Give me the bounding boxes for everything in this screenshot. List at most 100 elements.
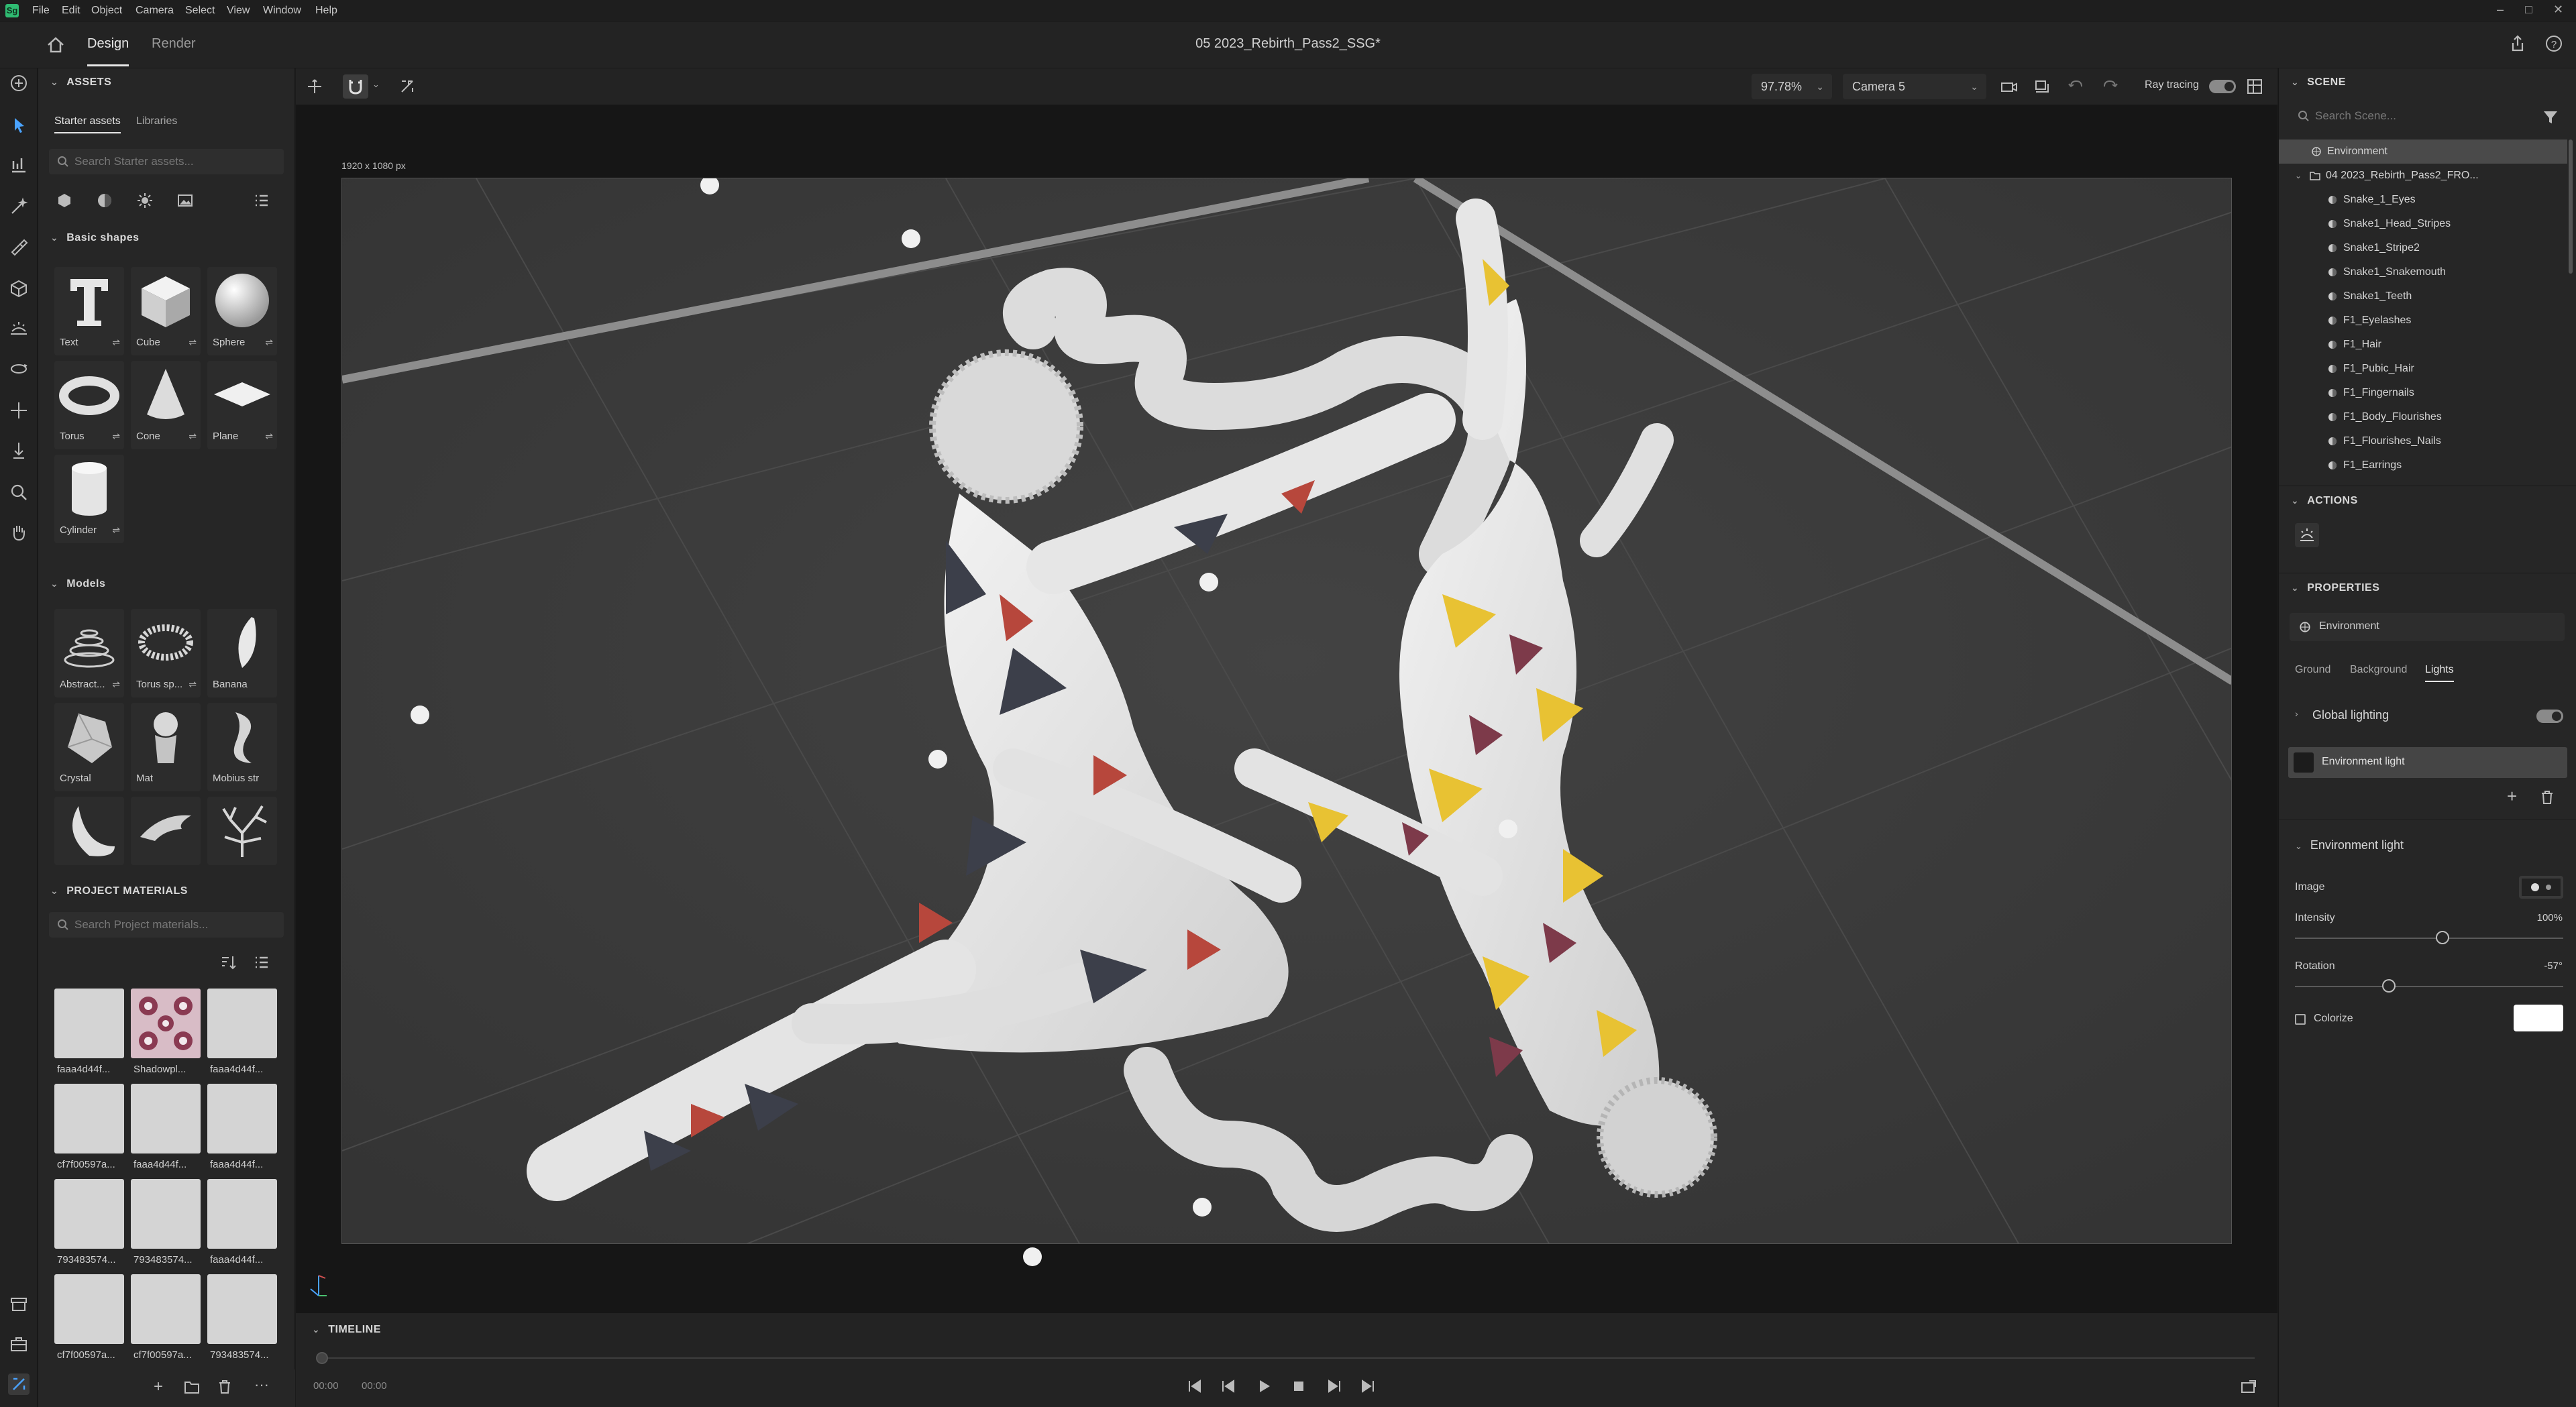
tree-item-object[interactable]: F1_Fingernails <box>2279 381 2567 405</box>
intensity-slider-track[interactable] <box>2295 938 2563 939</box>
tab-design[interactable]: Design <box>87 36 129 66</box>
menu-object[interactable]: Object <box>91 5 122 17</box>
menu-file[interactable]: File <box>32 5 50 17</box>
material-tile[interactable]: 793483574... <box>54 1179 124 1268</box>
gizmo-icon[interactable] <box>398 77 417 96</box>
3d-box-icon[interactable] <box>8 278 30 299</box>
export-icon[interactable] <box>2240 1379 2257 1395</box>
skip-end-icon[interactable] <box>1360 1377 1377 1395</box>
options-icon[interactable]: ⇌ <box>189 431 197 442</box>
dolly-icon[interactable] <box>8 440 30 461</box>
material-tile[interactable]: faaa4d44f... <box>54 989 124 1077</box>
rotation-slider-track[interactable] <box>2295 986 2563 987</box>
tree-item-object[interactable]: F1_Earrings <box>2279 453 2567 477</box>
folder-icon[interactable] <box>184 1380 199 1394</box>
close-icon[interactable]: ✕ <box>2553 3 2563 17</box>
material-tile[interactable]: faaa4d44f... <box>207 1084 277 1172</box>
asset-tile-abstract[interactable]: Abstract... ⇌ <box>54 609 124 697</box>
tree-item-object[interactable]: Snake1_Teeth <box>2279 284 2567 308</box>
menu-help[interactable]: Help <box>315 5 337 17</box>
options-icon[interactable]: ⇌ <box>265 337 273 348</box>
models-header[interactable]: ⌄ Models <box>50 578 105 590</box>
asset-tile-plane[interactable]: Plane ⇌ <box>207 361 277 449</box>
actions-header[interactable]: ⌄ ACTIONS <box>2291 495 2358 507</box>
chevron-down-icon[interactable]: ⌄ <box>372 79 380 90</box>
tree-item-object[interactable]: F1_Body_Flourishes <box>2279 405 2567 429</box>
options-icon[interactable]: ⇌ <box>112 431 120 442</box>
pan-hand-icon[interactable] <box>8 522 30 543</box>
material-tile[interactable]: cf7f00597a... <box>131 1274 201 1363</box>
image-filter-icon[interactable] <box>176 192 194 209</box>
asset-tile-text[interactable]: Text ⇌ <box>54 267 124 355</box>
material-tile[interactable]: Shadowpl... <box>131 989 201 1077</box>
more-icon[interactable]: ··· <box>254 1376 269 1394</box>
asset-tile-banana[interactable]: Banana <box>207 609 277 697</box>
tab-lights[interactable]: Lights <box>2425 664 2454 682</box>
align-tool-icon[interactable] <box>8 154 30 176</box>
filter-icon[interactable] <box>2542 109 2559 126</box>
assets-header[interactable]: ⌄ ASSETS <box>50 76 111 89</box>
tree-item-object[interactable]: F1_Flourishes_Nails <box>2279 429 2567 453</box>
zoom-dropdown[interactable]: 97.78% ⌄ <box>1752 74 1832 99</box>
menu-view[interactable]: View <box>227 5 250 17</box>
intensity-slider-knob[interactable] <box>2436 931 2449 944</box>
timeline-header[interactable]: ⌄ TIMELINE <box>312 1324 381 1336</box>
stop-icon[interactable] <box>1290 1377 1307 1395</box>
options-icon[interactable]: ⇌ <box>112 337 120 348</box>
home-icon[interactable] <box>46 35 66 55</box>
sort-icon[interactable] <box>219 954 237 971</box>
asset-tile-mat[interactable]: Mat <box>131 703 201 791</box>
list-view-icon[interactable] <box>253 192 270 209</box>
environment-light-item[interactable]: Environment light <box>2288 747 2567 778</box>
scene-header[interactable]: ⌄ SCENE <box>2291 76 2346 89</box>
camera-add-icon[interactable] <box>2000 77 2019 96</box>
tab-background[interactable]: Background <box>2350 664 2407 676</box>
move-icon[interactable] <box>8 400 30 421</box>
asset-tile-model[interactable] <box>54 797 124 865</box>
timeline-track[interactable] <box>323 1357 2255 1359</box>
image-picker[interactable] <box>2519 876 2563 899</box>
tab-starter-assets[interactable]: Starter assets <box>54 115 121 133</box>
tree-item-environment[interactable]: Environment <box>2279 139 2567 164</box>
options-icon[interactable]: ⇌ <box>112 679 120 690</box>
select-tool-icon[interactable] <box>8 114 30 135</box>
material-tile[interactable]: 793483574... <box>207 1274 277 1363</box>
skip-start-icon[interactable] <box>1185 1377 1203 1395</box>
toolbox-icon[interactable] <box>8 1333 30 1355</box>
chevron-right-icon[interactable]: › <box>2295 708 2298 719</box>
material-tile[interactable]: faaa4d44f... <box>207 1179 277 1268</box>
asset-tile-cube[interactable]: Cube ⇌ <box>131 267 201 355</box>
render-settings-icon[interactable] <box>2245 77 2264 96</box>
tab-libraries[interactable]: Libraries <box>136 115 177 127</box>
asset-tile-model[interactable] <box>131 797 201 865</box>
tree-item-object[interactable]: F1_Pubic_Hair <box>2279 357 2567 381</box>
render-canvas[interactable] <box>341 178 2232 1244</box>
material-tile[interactable]: faaa4d44f... <box>207 989 277 1077</box>
chevron-down-icon[interactable]: ⌄ <box>2295 164 2302 188</box>
orbit-icon[interactable] <box>8 358 30 380</box>
tree-item-object[interactable]: F1_Eyelashes <box>2279 308 2567 333</box>
undo-camera-icon[interactable] <box>2067 77 2086 96</box>
maximize-icon[interactable]: □ <box>2525 3 2532 17</box>
playhead[interactable] <box>316 1352 328 1364</box>
ray-tracing-toggle[interactable] <box>2209 80 2236 93</box>
action-button[interactable] <box>2295 523 2319 547</box>
asset-tile-sphere[interactable]: Sphere ⇌ <box>207 267 277 355</box>
menu-edit[interactable]: Edit <box>62 5 80 17</box>
tree-item-object[interactable]: Snake1_Head_Stripes <box>2279 212 2567 236</box>
scene-search-input[interactable]: Search Scene... <box>2290 103 2518 129</box>
minimize-icon[interactable]: – <box>2497 3 2504 17</box>
step-forward-icon[interactable] <box>1325 1377 1342 1395</box>
options-icon[interactable]: ⇌ <box>112 524 120 536</box>
asset-tile-cone[interactable]: Cone ⇌ <box>131 361 201 449</box>
asset-tile-crystal[interactable]: Crystal <box>54 703 124 791</box>
archive-icon[interactable] <box>8 1293 30 1314</box>
environment-light-section-header[interactable]: ⌄ Environment light <box>2295 838 2404 852</box>
tab-ground[interactable]: Ground <box>2295 664 2330 676</box>
redo-camera-icon[interactable] <box>2100 77 2119 96</box>
materials-search-input[interactable]: Search Project materials... <box>49 912 284 938</box>
options-icon[interactable]: ⇌ <box>189 679 197 690</box>
scene-scrollbar[interactable] <box>2569 139 2573 274</box>
assets-search-input[interactable]: Search Starter assets... <box>49 149 284 174</box>
menu-camera[interactable]: Camera <box>136 5 174 17</box>
